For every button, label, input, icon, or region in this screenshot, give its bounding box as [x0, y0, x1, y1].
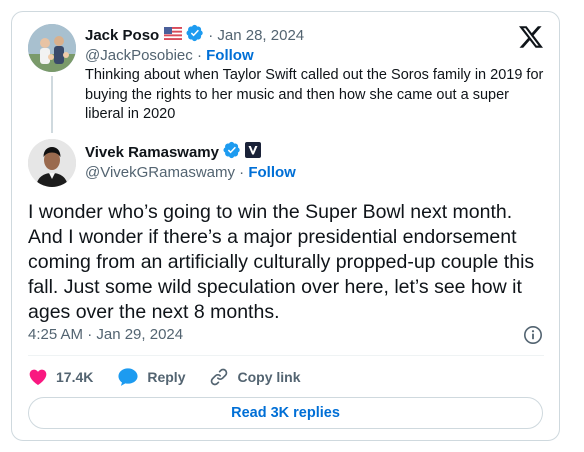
- heart-icon: [29, 369, 47, 385]
- main-author-name[interactable]: Vivek Ramaswamy: [85, 144, 219, 161]
- quoted-author-row: Jack Poso · Jan 28, 2024: [85, 24, 304, 47]
- quoted-author-handle[interactable]: @JackPosobiec: [85, 47, 193, 64]
- quoted-tweet-date[interactable]: · Jan 28, 2024: [208, 27, 304, 44]
- thread-connector-line: [51, 76, 53, 133]
- quoted-follow-button[interactable]: Follow: [206, 47, 254, 64]
- verified-badge-icon: [186, 24, 204, 47]
- main-author-handle-row: @VivekGRamaswamy · Follow: [85, 164, 296, 181]
- like-button[interactable]: 17.4K: [28, 367, 93, 387]
- x-logo-icon[interactable]: [519, 25, 543, 49]
- separator-dot: ·: [192, 47, 207, 64]
- main-tweet-text: I wonder who’s going to win the Super Bo…: [28, 201, 535, 323]
- reply-button[interactable]: Reply: [117, 367, 185, 387]
- tweet-timestamp[interactable]: 4:25 AM · Jan 29, 2024: [28, 326, 183, 343]
- us-flag-icon: [164, 26, 183, 45]
- reply-bubble-icon: [118, 368, 138, 386]
- main-author-row: Vivek Ramaswamy: [85, 141, 261, 164]
- separator-dot: ·: [235, 164, 249, 181]
- link-icon: [211, 368, 228, 386]
- main-follow-button[interactable]: Follow: [248, 164, 296, 181]
- affiliate-badge-icon[interactable]: [244, 142, 261, 163]
- copy-link-label: Copy link: [237, 369, 301, 385]
- main-author-avatar[interactable]: [28, 139, 76, 187]
- verified-badge-icon: [223, 141, 241, 164]
- like-count: 17.4K: [56, 369, 94, 385]
- reply-label: Reply: [147, 369, 186, 385]
- quoted-author-name[interactable]: Jack Poso: [85, 27, 159, 44]
- read-replies-button[interactable]: Read 3K replies: [28, 397, 543, 429]
- quoted-author-avatar[interactable]: [28, 24, 76, 72]
- quoted-author-handle-row: @JackPosobiec · Follow: [85, 47, 254, 64]
- copy-link-button[interactable]: Copy link: [209, 367, 301, 387]
- quoted-tweet-text: Thinking about when Taylor Swift called …: [85, 67, 544, 122]
- action-bar: 17.4K Reply Copy link: [28, 366, 325, 388]
- main-author-handle[interactable]: @VivekGRamaswamy: [85, 164, 235, 181]
- info-icon[interactable]: [523, 325, 543, 345]
- divider: [28, 355, 544, 356]
